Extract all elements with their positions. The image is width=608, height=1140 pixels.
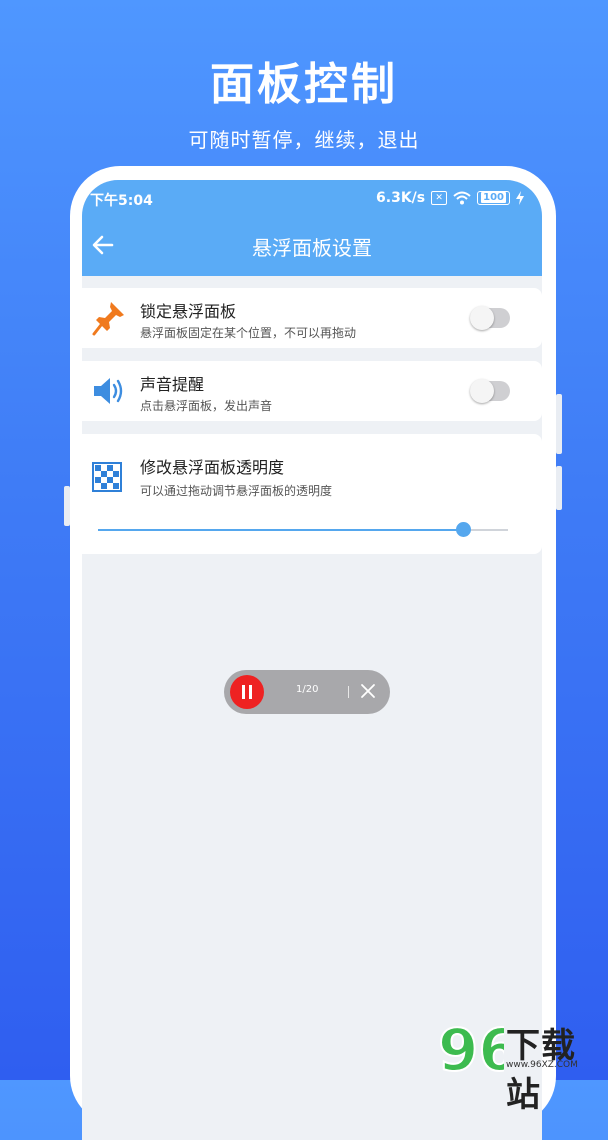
battery-level: 100 <box>481 192 506 203</box>
close-icon[interactable] <box>360 683 376 699</box>
opacity-slider-fill <box>98 529 463 531</box>
setting-panel-opacity: 修改悬浮面板透明度 可以通过拖动调节悬浮面板的透明度 <box>82 434 542 554</box>
app-header: 下午5:04 6.3K/s ✕ 100 悬浮面板设置 <box>82 180 542 276</box>
pause-button[interactable] <box>230 675 264 709</box>
phone-side-button <box>64 486 70 526</box>
status-icons: 6.3K/s ✕ 100 <box>376 190 524 206</box>
toolbar: 悬浮面板设置 <box>82 226 542 266</box>
setting-description: 可以通过拖动调节悬浮面板的透明度 <box>140 484 333 498</box>
phone-side-button <box>556 466 562 510</box>
promo-title: 面板控制 <box>210 59 398 110</box>
status-time: 下午5:04 <box>90 193 153 209</box>
phone-frame: 下午5:04 6.3K/s ✕ 100 悬浮面板设置 锁定悬浮面板 悬浮面板固定… <box>64 166 562 1140</box>
floating-control-panel[interactable]: 1/20 <box>224 670 390 714</box>
network-speed: 6.3K/s <box>376 190 426 206</box>
opacity-slider[interactable] <box>98 522 508 537</box>
toggle-knob <box>470 306 494 330</box>
checkerboard-icon <box>92 462 122 492</box>
wifi-icon <box>453 191 471 205</box>
setting-title: 锁定悬浮面板 <box>140 302 237 321</box>
battery-icon: 100 <box>477 191 510 205</box>
setting-lock-panel[interactable]: 锁定悬浮面板 悬浮面板固定在某个位置，不可以再拖动 <box>82 288 542 348</box>
lock-panel-toggle[interactable] <box>470 306 510 330</box>
setting-title: 修改悬浮面板透明度 <box>140 458 285 477</box>
pin-icon <box>92 302 124 336</box>
watermark-url: www.96XZ.COM <box>506 1060 578 1070</box>
status-bar: 下午5:04 6.3K/s ✕ 100 <box>82 186 542 214</box>
setting-title: 声音提醒 <box>140 375 205 394</box>
speaker-icon <box>94 378 123 404</box>
sound-reminder-toggle[interactable] <box>470 379 510 403</box>
no-sim-icon: ✕ <box>431 191 448 205</box>
site-watermark: 96 下载站 www.96XZ.COM <box>438 1016 608 1115</box>
page-title: 悬浮面板设置 <box>252 236 372 260</box>
charging-icon <box>516 191 524 205</box>
pause-icon <box>242 685 245 699</box>
phone-side-button <box>556 394 562 454</box>
svg-text:96: 96 <box>438 1016 504 1080</box>
setting-description: 悬浮面板固定在某个位置，不可以再拖动 <box>140 326 357 340</box>
promo-subtitle: 可随时暂停，继续，退出 <box>188 128 420 152</box>
opacity-slider-thumb[interactable] <box>455 522 471 537</box>
phone-screen: 下午5:04 6.3K/s ✕ 100 悬浮面板设置 锁定悬浮面板 悬浮面板固定… <box>82 180 542 1140</box>
toggle-knob <box>470 379 494 403</box>
watermark-logo: 96 <box>438 1016 504 1080</box>
divider <box>348 686 349 698</box>
click-counter: 1/20 <box>296 684 319 695</box>
pause-icon <box>249 685 252 699</box>
setting-description: 点击悬浮面板，发出声音 <box>140 399 273 413</box>
setting-sound-reminder[interactable]: 声音提醒 点击悬浮面板，发出声音 <box>82 361 542 421</box>
